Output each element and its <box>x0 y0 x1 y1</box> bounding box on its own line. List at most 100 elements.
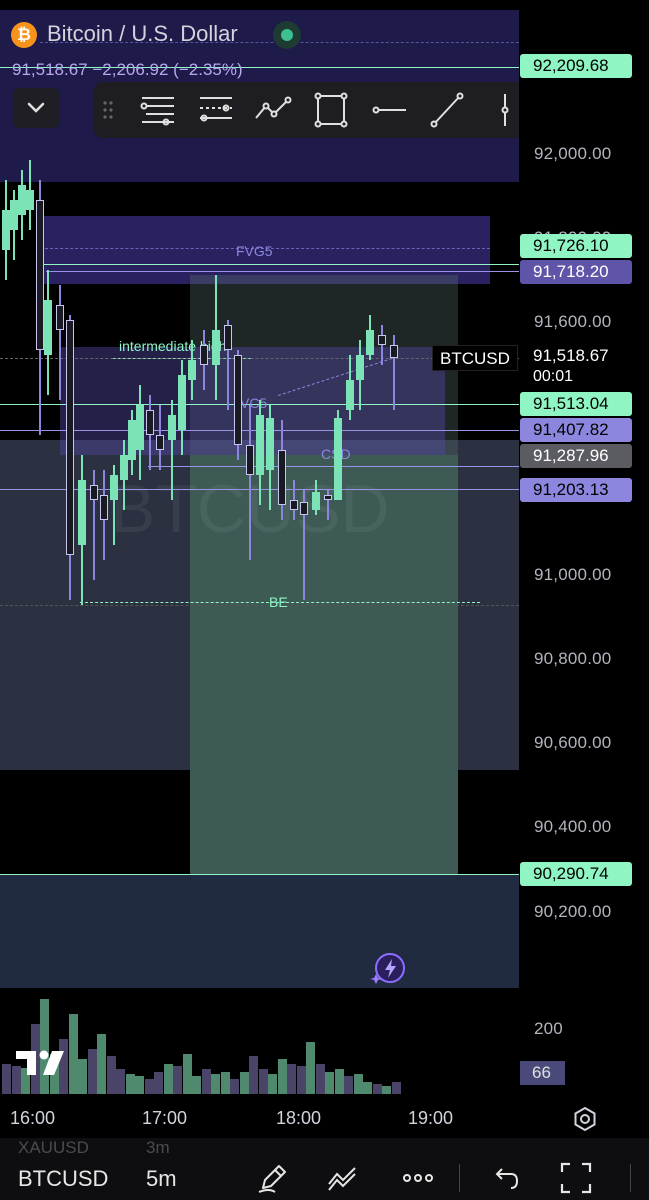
candle-body <box>10 200 18 230</box>
previous-symbol: XAUUSD <box>18 1138 89 1157</box>
bitcoin-icon: ₿ <box>11 22 37 48</box>
candle-body <box>200 345 208 365</box>
fullscreen-icon[interactable] <box>558 1160 594 1196</box>
fvg-top-line <box>40 264 519 265</box>
toolbar-divider <box>630 1164 631 1192</box>
rectangle-icon[interactable] <box>310 90 352 130</box>
intermediate-high-label: intermediate high <box>119 338 227 354</box>
volume-bar <box>192 1076 201 1094</box>
volume-pane[interactable] <box>0 988 519 1100</box>
collapse-legend-button[interactable] <box>13 88 59 128</box>
candle-body <box>266 418 274 470</box>
fvg-bottom-tag[interactable]: 91,718.20 <box>520 260 632 284</box>
level-2-tag[interactable]: 91,407.82 <box>520 418 632 442</box>
price-tick: 92,000.00 <box>534 144 612 163</box>
more-icon[interactable] <box>400 1160 436 1196</box>
fib-extension-icon[interactable] <box>194 90 236 130</box>
candle-body <box>2 210 10 250</box>
indicators-icon[interactable] <box>325 1160 361 1196</box>
candle-body <box>26 190 34 210</box>
volume-bar <box>287 1064 296 1094</box>
fib-retracement-icon[interactable] <box>136 90 178 130</box>
candle-body <box>300 502 308 515</box>
last-price-value: 91,518.67 <box>533 346 609 365</box>
volume-bar <box>382 1086 391 1094</box>
volume-bar <box>372 1084 382 1094</box>
bar-countdown: 00:01 <box>533 368 574 385</box>
candle-body <box>100 495 108 520</box>
volume-bar <box>277 1059 287 1094</box>
volume-bar <box>201 1069 211 1094</box>
vertical-line-icon[interactable] <box>484 90 519 130</box>
candle-body <box>110 475 118 500</box>
horizontal-ray-icon[interactable] <box>368 90 410 130</box>
volume-bar <box>173 1066 182 1094</box>
pattern-icon[interactable] <box>252 90 294 130</box>
chevron-down-icon <box>27 102 45 113</box>
level-3-tag[interactable]: 91,287.96 <box>520 444 632 468</box>
candle-body <box>156 435 164 450</box>
stop-zone <box>0 874 519 988</box>
price-tick: 90,600.00 <box>534 733 612 752</box>
drag-handle-icon[interactable] <box>98 90 118 130</box>
candle-body <box>44 300 52 355</box>
time-axis[interactable]: 16:00 17:00 18:00 19:00 <box>0 1100 649 1138</box>
chart-settings-icon[interactable] <box>572 1106 598 1132</box>
price-tick: 91,600.00 <box>534 312 612 331</box>
volume-bar <box>211 1074 220 1094</box>
volume-bar <box>182 1054 192 1094</box>
candle-body <box>146 410 154 435</box>
volume-bar <box>249 1056 258 1094</box>
trend-line-icon[interactable] <box>426 90 468 130</box>
symbol-title[interactable]: Bitcoin / U.S. Dollar <box>47 21 238 47</box>
stop-level-tag[interactable]: 90,290.74 <box>520 862 632 886</box>
bottom-toolbar: XAUUSD 3m BTCUSD 5m <box>0 1138 649 1200</box>
candle-body <box>224 325 232 350</box>
undo-icon[interactable] <box>487 1160 523 1196</box>
drawing-toolbar <box>94 82 519 138</box>
candle-body <box>334 418 342 500</box>
top-level-tag[interactable]: 92,209.68 <box>520 54 632 78</box>
volume-bar <box>154 1072 163 1094</box>
fvg-top-tag[interactable]: 91,726.10 <box>520 234 632 258</box>
volume-bar <box>135 1076 144 1094</box>
volume-bar <box>344 1076 353 1094</box>
volume-bar <box>268 1074 277 1094</box>
candle-body <box>36 200 44 350</box>
fvg-bottom-line <box>46 271 519 272</box>
draw-pen-icon[interactable] <box>255 1160 291 1196</box>
price-tick: 90,800.00 <box>534 649 612 668</box>
candle-body <box>290 500 298 510</box>
fvg-label: FVG5 <box>236 243 273 259</box>
volume-bar <box>325 1072 334 1094</box>
level-4-tag[interactable]: 91,203.13 <box>520 478 632 502</box>
symbol-selector[interactable]: BTCUSD <box>18 1166 108 1192</box>
volume-scale-tick: 200 <box>534 1019 563 1038</box>
time-label: 18:00 <box>276 1108 322 1128</box>
time-label: 19:00 <box>408 1108 454 1128</box>
market-status-icon[interactable] <box>273 21 301 49</box>
time-label: 17:00 <box>142 1108 188 1128</box>
level-1-tag[interactable]: 91,513.04 <box>520 392 632 416</box>
tradingview-logo <box>16 1047 68 1077</box>
candle-body <box>188 360 196 380</box>
interval-selector[interactable]: 5m <box>146 1166 177 1192</box>
vc-label: VC5 <box>240 395 268 411</box>
last-price-tag[interactable]: 91,518.67 00:01 <box>520 344 632 390</box>
volume-bar <box>258 1069 268 1094</box>
volume-bar <box>353 1074 363 1094</box>
candle-body <box>390 345 398 358</box>
be-label: BE <box>269 594 288 610</box>
candle-body <box>324 495 332 500</box>
candle-body <box>128 420 136 460</box>
candle-body <box>356 355 364 380</box>
volume-current-tag: 66 <box>520 1061 565 1085</box>
ai-assistant-icon[interactable] <box>370 952 408 986</box>
volume-bar <box>116 1069 125 1094</box>
candle-body <box>90 485 98 500</box>
volume-bar <box>97 1034 106 1094</box>
volume-bar <box>68 1014 78 1094</box>
volume-bar <box>306 1042 315 1094</box>
chart-canvas[interactable]: BTCUSD FVG5 intermediate high VC5 CSD BE… <box>0 0 519 988</box>
candle-body <box>234 355 242 445</box>
